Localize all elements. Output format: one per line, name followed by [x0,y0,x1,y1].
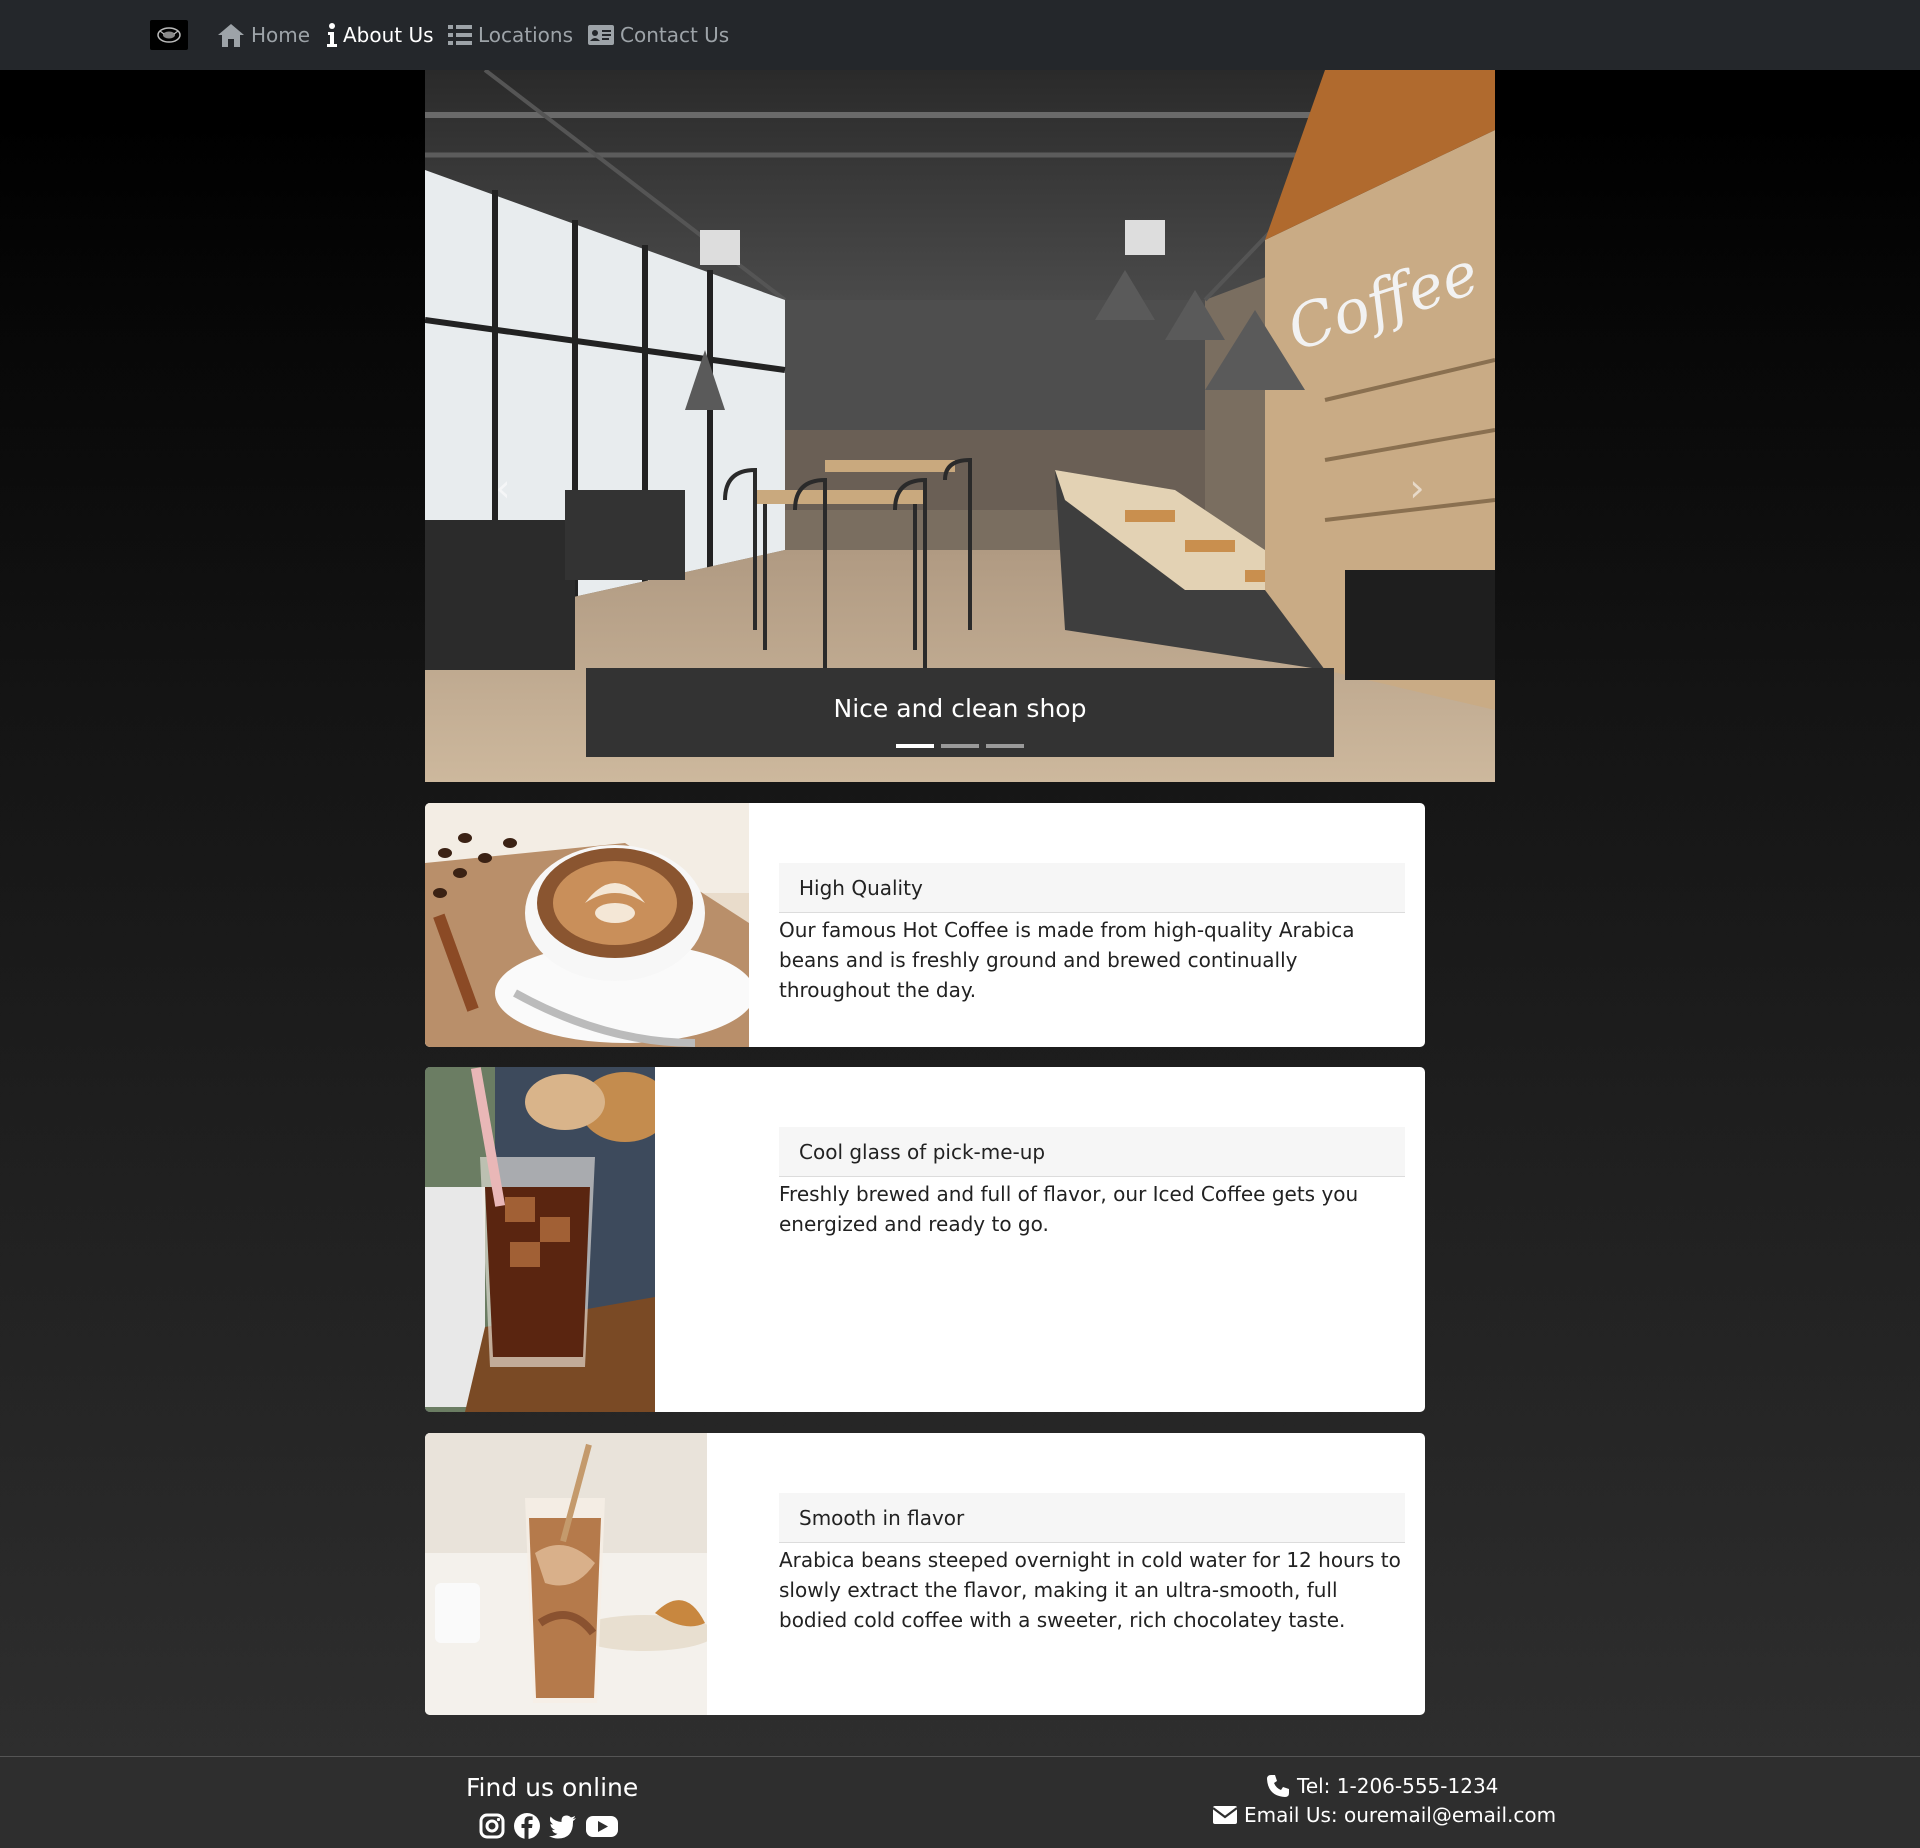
coffee-logo-icon [156,26,182,44]
footer-phone-text: Tel: 1-206-555-1234 [1297,1774,1498,1798]
carousel-prev-button[interactable]: ‹ [491,468,515,508]
iced-coffee-photo [425,1067,655,1412]
nav-locations-label: Locations [478,23,573,47]
card-text: Arabica beans steeped overnight in cold … [779,1545,1405,1635]
id-card-icon [587,24,615,46]
phone-icon [1265,1773,1291,1799]
card-title: Smooth in flavor [779,1493,1405,1543]
home-icon [216,22,246,48]
feature-card-iced-coffee: Cool glass of pick-me-up Freshly brewed … [425,1067,1425,1412]
carousel-indicator-2[interactable] [941,744,979,748]
carousel-next-button[interactable]: › [1405,468,1429,508]
footer-phone: Tel: 1-206-555-1234 [1265,1773,1498,1799]
list-icon [447,23,473,47]
cold-brew-photo [425,1433,707,1715]
facebook-icon[interactable] [513,1812,541,1844]
find-us-online-heading: Find us online [466,1773,638,1802]
footer-email: Email Us: ouremail@email.com [1212,1803,1556,1827]
page-footer: Find us online [0,1756,1920,1848]
card-text: Our famous Hot Coffee is made from high-… [779,915,1405,1005]
carousel-indicator-1[interactable] [896,744,934,748]
carousel-indicators [896,744,1024,748]
latte-cup-photo [425,803,749,1047]
brand-logo[interactable] [150,20,188,50]
twitter-icon[interactable] [548,1812,578,1844]
nav-about-us[interactable]: About Us [326,18,434,52]
info-icon [326,22,338,48]
nav-home[interactable]: Home [216,18,310,52]
nav-contact-us[interactable]: Contact Us [587,18,729,52]
envelope-icon [1212,1804,1238,1826]
nav-about-us-label: About Us [343,23,434,47]
footer-email-text[interactable]: Email Us: ouremail@email.com [1244,1803,1556,1827]
nav-home-label: Home [251,23,310,47]
youtube-icon[interactable] [585,1812,619,1844]
hero-carousel[interactable]: Coffee ‹ › Nice and clean shop [425,70,1495,782]
nav-contact-us-label: Contact Us [620,23,729,47]
top-navbar: Home About Us Locations Contact Us [0,0,1920,70]
carousel-indicator-3[interactable] [986,744,1024,748]
carousel-caption-text: Nice and clean shop [586,694,1334,723]
card-title: High Quality [779,863,1405,913]
card-title: Cool glass of pick-me-up [779,1127,1405,1177]
feature-card-cold-brew: Smooth in flavor Arabica beans steeped o… [425,1433,1425,1715]
feature-card-hot-coffee: High Quality Our famous Hot Coffee is ma… [425,803,1425,1047]
nav-locations[interactable]: Locations [447,18,573,52]
card-text: Freshly brewed and full of flavor, our I… [779,1179,1405,1239]
social-links [478,1812,619,1844]
carousel-caption: Nice and clean shop [586,668,1334,757]
instagram-icon[interactable] [478,1812,506,1844]
